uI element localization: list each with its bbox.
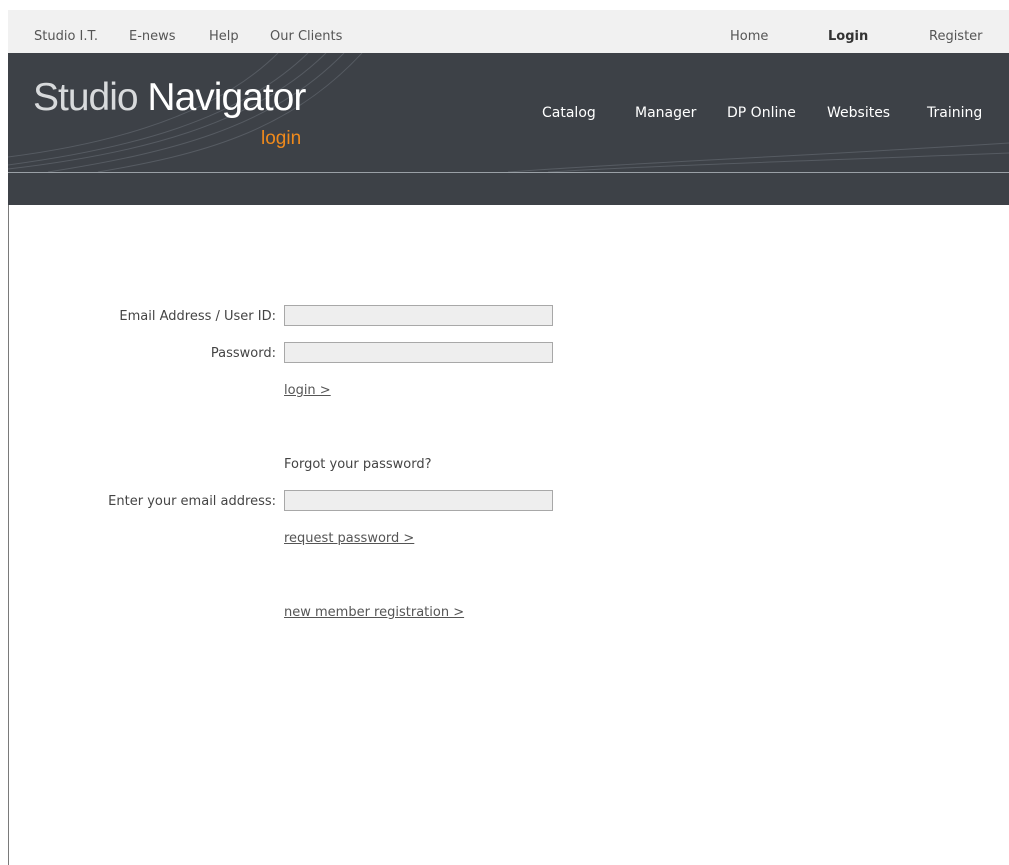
- login-link[interactable]: Login: [828, 29, 868, 44]
- logo-text-navigator: Navigator: [147, 76, 306, 119]
- home-link[interactable]: Home: [730, 29, 768, 44]
- studio-navigator-logo[interactable]: Studio Navigator: [33, 76, 306, 120]
- login-submit-link[interactable]: login >: [284, 383, 331, 398]
- nav-dp-online[interactable]: DP Online: [727, 105, 796, 121]
- forgot-password-heading: Forgot your password?: [284, 457, 432, 472]
- utility-bar: Studio I.T. E-news Help Our Clients Home…: [8, 10, 1009, 53]
- site-header: Studio Navigator login Catalog Manager D…: [8, 53, 1009, 172]
- new-member-registration-link[interactable]: new member registration >: [284, 605, 464, 620]
- section-title: login: [261, 128, 302, 149]
- enews-link[interactable]: E-news: [129, 29, 176, 44]
- nav-websites[interactable]: Websites: [827, 105, 890, 121]
- our-clients-link[interactable]: Our Clients: [270, 29, 342, 44]
- request-password-link[interactable]: request password >: [284, 531, 414, 546]
- email-userid-input[interactable]: [284, 305, 553, 326]
- nav-catalog[interactable]: Catalog: [542, 105, 596, 121]
- sub-header-bar: [8, 173, 1009, 205]
- page: Studio I.T. E-news Help Our Clients Home…: [0, 0, 1009, 865]
- password-input[interactable]: [284, 342, 553, 363]
- nav-training[interactable]: Training: [927, 105, 982, 121]
- recovery-email-input[interactable]: [284, 490, 553, 511]
- register-link[interactable]: Register: [929, 29, 983, 44]
- content-left-border: [8, 205, 9, 865]
- studio-it-link[interactable]: Studio I.T.: [34, 29, 98, 44]
- password-label: Password:: [210, 346, 276, 361]
- nav-manager[interactable]: Manager: [635, 105, 696, 121]
- logo-text-studio: Studio: [33, 76, 148, 119]
- help-link[interactable]: Help: [209, 29, 239, 44]
- email-userid-label: Email Address / User ID:: [119, 309, 276, 324]
- recovery-email-label: Enter your email address:: [108, 494, 276, 509]
